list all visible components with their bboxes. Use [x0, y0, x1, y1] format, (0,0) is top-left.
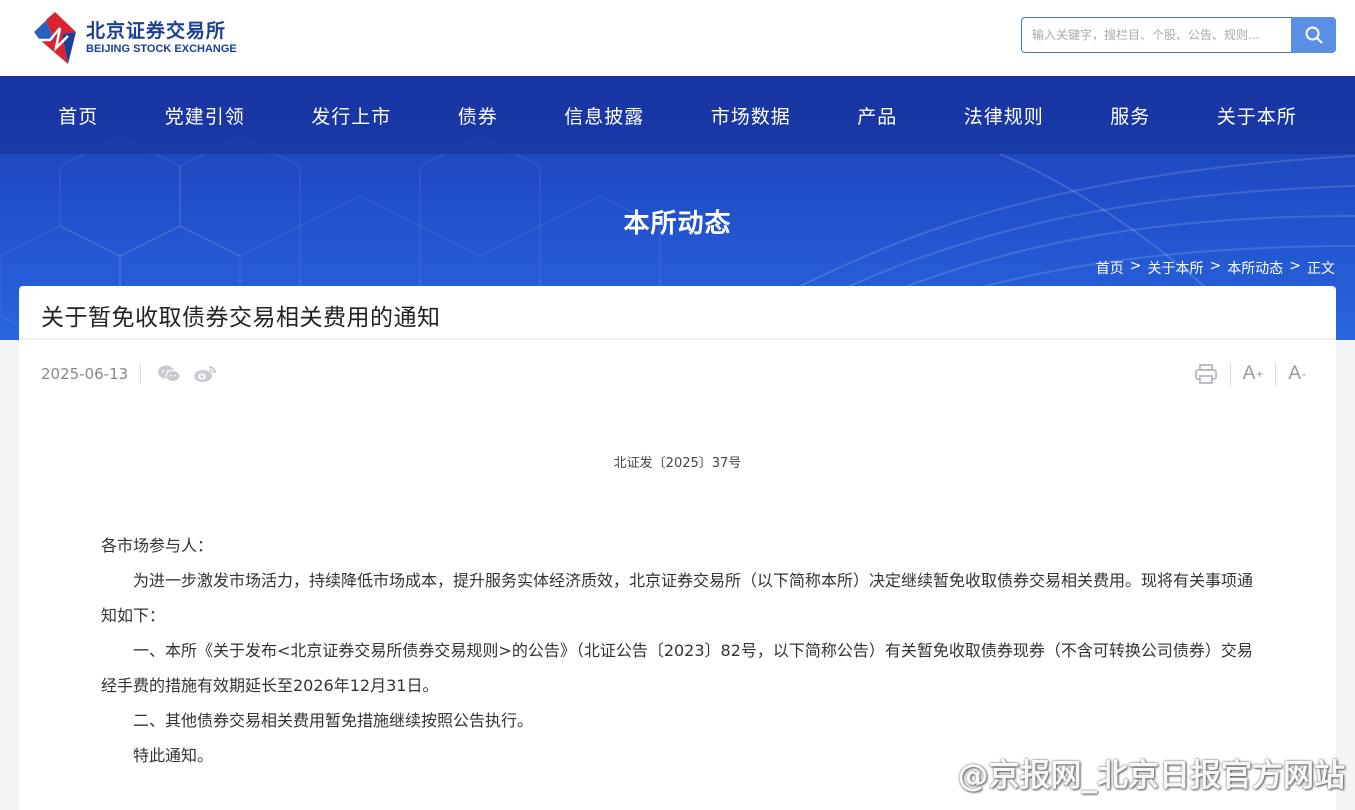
search-bar	[1021, 17, 1336, 53]
weibo-share-button[interactable]	[193, 364, 217, 384]
breadcrumb-separator: >	[1129, 258, 1142, 274]
logo-mark-icon	[34, 12, 76, 64]
breadcrumb-separator: >	[1209, 258, 1222, 274]
wechat-icon	[158, 365, 181, 382]
paragraph-item-1: 一、本所《关于发布<北京证券交易所债券交易规则>的公告》（北证公告〔2023〕8…	[101, 641, 1253, 695]
logo[interactable]: 北京证券交易所 BEIJING STOCK EXCHANGE	[32, 8, 242, 68]
breadcrumb-current: 正文	[1307, 261, 1335, 277]
print-button[interactable]	[1194, 363, 1218, 385]
font-increase-label: A	[1242, 363, 1256, 384]
nav-item-bonds[interactable]: 债券	[458, 102, 498, 129]
wechat-share-button[interactable]	[157, 364, 181, 384]
nav-item-disclosure[interactable]: 信息披露	[564, 102, 644, 129]
font-increase-button[interactable]: A +	[1243, 363, 1264, 385]
title-divider	[19, 338, 1336, 340]
nav-item-party[interactable]: 党建引领	[165, 102, 245, 129]
watermark-text: @京报网_北京日报官方网站	[957, 758, 1346, 794]
nav-item-listing[interactable]: 发行上市	[311, 102, 391, 129]
paragraph-item-2: 二、其他债券交易相关费用暂免措施继续按照公告执行。	[133, 711, 534, 730]
article-tools: A + A-	[1194, 359, 1306, 389]
print-icon	[1194, 364, 1217, 384]
font-increase-sup: +	[1256, 367, 1264, 381]
article-meta: 2025-06-13	[41, 363, 229, 385]
breadcrumb: 首页 > 关于本所 > 本所动态 > 正文	[1096, 258, 1335, 278]
paragraph-intro: 为进一步激发市场活力，持续降低市场成本，提升服务实体经济质效，北京证券交易所（以…	[101, 571, 1254, 625]
font-decrease-button[interactable]: A-	[1288, 363, 1306, 385]
salutation: 各市场参与人：	[101, 536, 214, 555]
logo-subtitle: BEIJING STOCK EXCHANGE	[86, 43, 237, 55]
logo-title: 北京证券交易所	[86, 20, 227, 42]
tool-divider	[1275, 362, 1277, 386]
main-nav: 首页 党建引领 发行上市 债券 信息披露 市场数据 产品 法律规则 服务 关于本…	[0, 76, 1355, 154]
nav-item-home[interactable]: 首页	[58, 102, 98, 129]
article-title: 关于暂免收取债券交易相关费用的通知	[41, 305, 441, 331]
nav-item-services[interactable]: 服务	[1110, 102, 1150, 129]
article-body: 各市场参与人： 为进一步激发市场活力，持续降低市场成本，提升服务实体经济质效，北…	[101, 528, 1256, 773]
tool-divider	[1229, 362, 1231, 386]
search-button[interactable]	[1291, 17, 1336, 53]
breadcrumb-about[interactable]: 关于本所	[1148, 258, 1204, 278]
search-input[interactable]	[1021, 17, 1291, 53]
weibo-icon	[194, 366, 217, 382]
publish-date: 2025-06-13	[41, 365, 129, 383]
breadcrumb-news[interactable]: 本所动态	[1227, 258, 1283, 278]
nav-item-market-data[interactable]: 市场数据	[711, 102, 791, 129]
nav-item-about[interactable]: 关于本所	[1217, 102, 1297, 129]
banner-title: 本所动态	[623, 209, 732, 239]
meta-divider	[140, 364, 142, 384]
nav-item-rules[interactable]: 法律规则	[964, 102, 1044, 129]
document-number: 北证发〔2025〕37号	[613, 456, 742, 471]
search-icon	[1305, 26, 1323, 44]
site-header: 北京证券交易所 BEIJING STOCK EXCHANGE	[0, 0, 1355, 76]
article-card: 关于暂免收取债券交易相关费用的通知 2025-06-13 A + A - 北证发…	[19, 286, 1336, 810]
nav-item-products[interactable]: 产品	[857, 102, 897, 129]
breadcrumb-home[interactable]: 首页	[1096, 258, 1124, 278]
font-decrease-sup: -	[1302, 367, 1306, 381]
font-decrease-label: A	[1288, 363, 1301, 384]
watermark: @京报网_北京日报官方网站	[958, 750, 1346, 795]
breadcrumb-separator: >	[1289, 258, 1301, 274]
